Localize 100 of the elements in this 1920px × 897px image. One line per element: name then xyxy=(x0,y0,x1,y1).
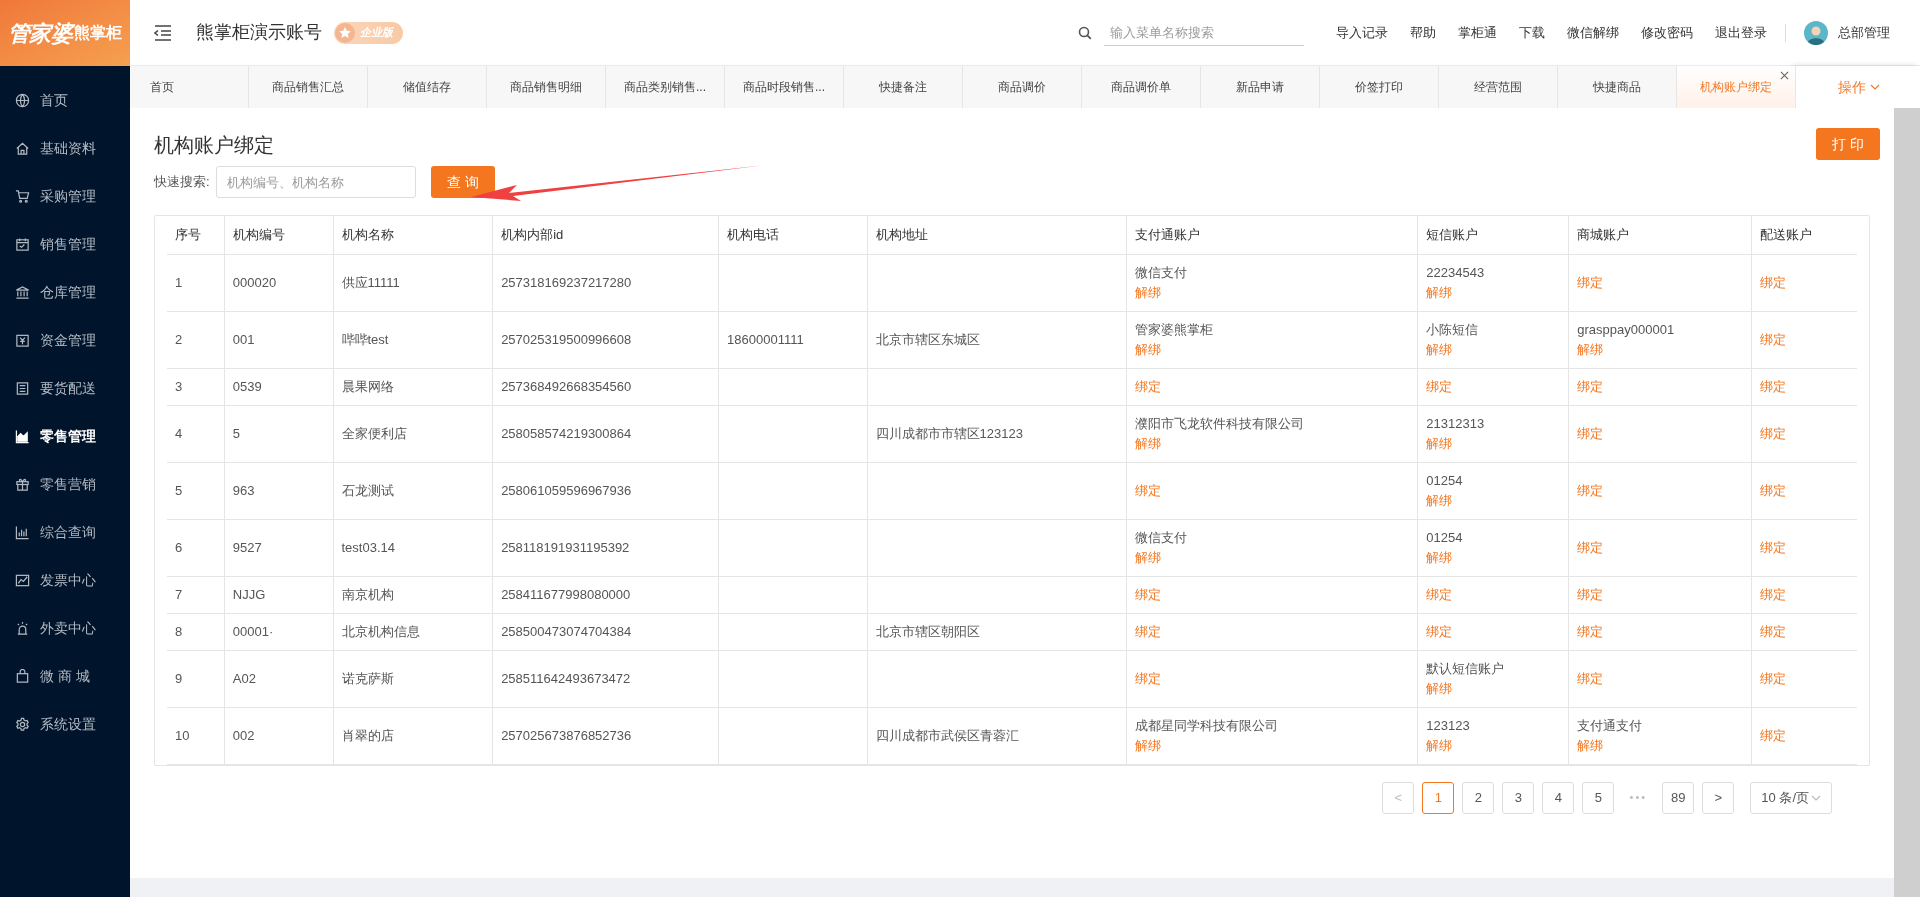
unbind-link[interactable]: 解绑 xyxy=(1426,735,1453,756)
previous-page-button[interactable]: < xyxy=(1382,781,1415,814)
table-cell: 5 xyxy=(175,482,183,498)
bind-link[interactable]: 绑定 xyxy=(1760,668,1787,689)
bind-link[interactable]: 绑定 xyxy=(1426,621,1453,642)
page-button[interactable]: 4 xyxy=(1542,781,1575,814)
header-link[interactable]: 帮助 xyxy=(1410,22,1436,43)
table-cell: 002 xyxy=(232,727,255,743)
menu-icon[interactable] xyxy=(154,24,172,41)
bind-link[interactable]: 绑定 xyxy=(1426,584,1453,605)
unbind-link[interactable]: 解绑 xyxy=(1135,339,1162,360)
sidebar-item[interactable]: 综合查询 xyxy=(0,508,130,556)
header-link[interactable]: 下载 xyxy=(1519,22,1545,43)
table-cell: 8 xyxy=(175,623,183,639)
header-link[interactable]: 掌柜通 xyxy=(1458,22,1497,43)
unbind-link[interactable]: 解绑 xyxy=(1135,735,1162,756)
unbind-link[interactable]: 解绑 xyxy=(1426,547,1453,568)
bind-link[interactable]: 绑定 xyxy=(1577,423,1604,444)
page-size-select[interactable]: 10 条/页 xyxy=(1750,781,1832,814)
unbind-link[interactable]: 解绑 xyxy=(1135,282,1162,303)
unbind-link[interactable]: 解绑 xyxy=(1426,490,1453,511)
actions-menu[interactable]: 操作 xyxy=(1838,76,1880,98)
account-name: grasppay000001 xyxy=(1577,320,1675,339)
header-link[interactable]: 修改密码 xyxy=(1641,22,1693,43)
column-header: 机构地址 xyxy=(875,227,928,242)
page-button[interactable]: 89 xyxy=(1662,781,1695,814)
bind-link[interactable]: 绑定 xyxy=(1760,376,1787,397)
sidebar-item[interactable]: 仓库管理 xyxy=(0,268,130,316)
bind-link[interactable]: 绑定 xyxy=(1135,376,1162,397)
sidebar-item[interactable]: 销售管理 xyxy=(0,220,130,268)
bind-link[interactable]: 绑定 xyxy=(1760,480,1787,501)
bind-link[interactable]: 绑定 xyxy=(1760,621,1787,642)
query-button[interactable]: 查 询 xyxy=(430,166,495,198)
sidebar-item[interactable]: 微 商 城 xyxy=(0,652,130,700)
bind-link[interactable]: 绑定 xyxy=(1577,668,1604,689)
sidebar-item[interactable]: 零售营销 xyxy=(0,460,130,508)
unbind-link[interactable]: 解绑 xyxy=(1135,547,1162,568)
search-field[interactable]: 机构编号、机构名称 xyxy=(215,166,416,198)
bind-link[interactable]: 绑定 xyxy=(1760,272,1787,293)
unbind-link[interactable]: 解绑 xyxy=(1135,433,1162,454)
sidebar-item[interactable]: 资金管理 xyxy=(0,316,130,364)
unbind-link[interactable]: 解绑 xyxy=(1577,339,1604,360)
bind-link[interactable]: 绑定 xyxy=(1577,480,1604,501)
print-button[interactable]: 打 印 xyxy=(1816,128,1880,160)
next-page-button[interactable]: > xyxy=(1702,781,1735,814)
header-link[interactable]: 微信解绑 xyxy=(1567,22,1619,43)
table-cell: 258118191931195392 xyxy=(501,539,630,555)
unbind-link[interactable]: 解绑 xyxy=(1577,735,1604,756)
unbind-link[interactable]: 解绑 xyxy=(1426,678,1453,699)
sidebar-item[interactable]: 发票中心 xyxy=(0,556,130,604)
ellipsis: ••• xyxy=(1628,790,1649,806)
bind-link[interactable]: 绑定 xyxy=(1135,584,1162,605)
table-cell: 哔哔test xyxy=(341,331,389,347)
bind-link[interactable]: 绑定 xyxy=(1577,537,1604,558)
table-cell: 18600001111 xyxy=(727,331,804,347)
table-cell: 257368492668354560 xyxy=(501,378,632,394)
bind-link[interactable]: 绑定 xyxy=(1577,272,1604,293)
bind-link[interactable]: 绑定 xyxy=(1135,480,1162,501)
sidebar-item[interactable]: 零售管理 xyxy=(0,412,130,460)
tab[interactable]: 机构账户绑定 xyxy=(1677,66,1796,108)
page-button[interactable]: 2 xyxy=(1462,781,1495,814)
table-cell: 9 xyxy=(175,670,183,686)
bind-link[interactable]: 绑定 xyxy=(1760,329,1787,350)
bind-link[interactable]: 绑定 xyxy=(1577,584,1604,605)
bind-link[interactable]: 绑定 xyxy=(1760,423,1787,444)
user-name[interactable]: 总部管理 xyxy=(1838,22,1890,43)
account-name: 123123 xyxy=(1426,716,1470,735)
sidebar-item[interactable]: 要货配送 xyxy=(0,364,130,412)
account-name: 管家婆熊掌柜 xyxy=(1135,320,1214,339)
page-button[interactable]: 3 xyxy=(1502,781,1535,814)
page-button[interactable]: 5 xyxy=(1582,781,1615,814)
bind-link[interactable]: 绑定 xyxy=(1760,537,1787,558)
unbind-link[interactable]: 解绑 xyxy=(1426,339,1453,360)
sidebar-item[interactable]: 基础资料 xyxy=(0,124,130,172)
bind-link[interactable]: 绑定 xyxy=(1135,668,1162,689)
unbind-link[interactable]: 解绑 xyxy=(1426,282,1453,303)
logo-product: 熊掌柜 xyxy=(74,24,123,41)
home-icon xyxy=(15,140,30,156)
bind-link[interactable]: 绑定 xyxy=(1577,621,1604,642)
sidebar-item[interactable]: 外卖中心 xyxy=(0,604,130,652)
scrollbar[interactable] xyxy=(1894,108,1920,897)
table-cell: 6 xyxy=(175,539,183,555)
avatar-icon[interactable] xyxy=(1804,20,1828,45)
table-cell: 001 xyxy=(232,331,255,347)
sidebar-item[interactable]: 系统设置 xyxy=(0,700,130,748)
bind-link[interactable]: 绑定 xyxy=(1760,725,1787,746)
header-link[interactable]: 导入记录 xyxy=(1336,22,1388,43)
unbind-link[interactable]: 解绑 xyxy=(1426,433,1453,454)
bind-link[interactable]: 绑定 xyxy=(1577,376,1604,397)
bar-chart-icon xyxy=(15,524,30,540)
close-icon[interactable] xyxy=(1780,71,1789,80)
table-cell: 963 xyxy=(232,482,255,498)
bind-link[interactable]: 绑定 xyxy=(1426,376,1453,397)
sidebar-item[interactable]: 首页 xyxy=(0,76,130,124)
menu-search-field[interactable]: 输入菜单名称搜索 xyxy=(1104,19,1304,46)
sidebar-item[interactable]: 采购管理 xyxy=(0,172,130,220)
bind-link[interactable]: 绑定 xyxy=(1135,621,1162,642)
page-button[interactable]: 1 xyxy=(1422,781,1455,814)
header-link[interactable]: 退出登录 xyxy=(1715,22,1767,43)
bind-link[interactable]: 绑定 xyxy=(1760,584,1787,605)
